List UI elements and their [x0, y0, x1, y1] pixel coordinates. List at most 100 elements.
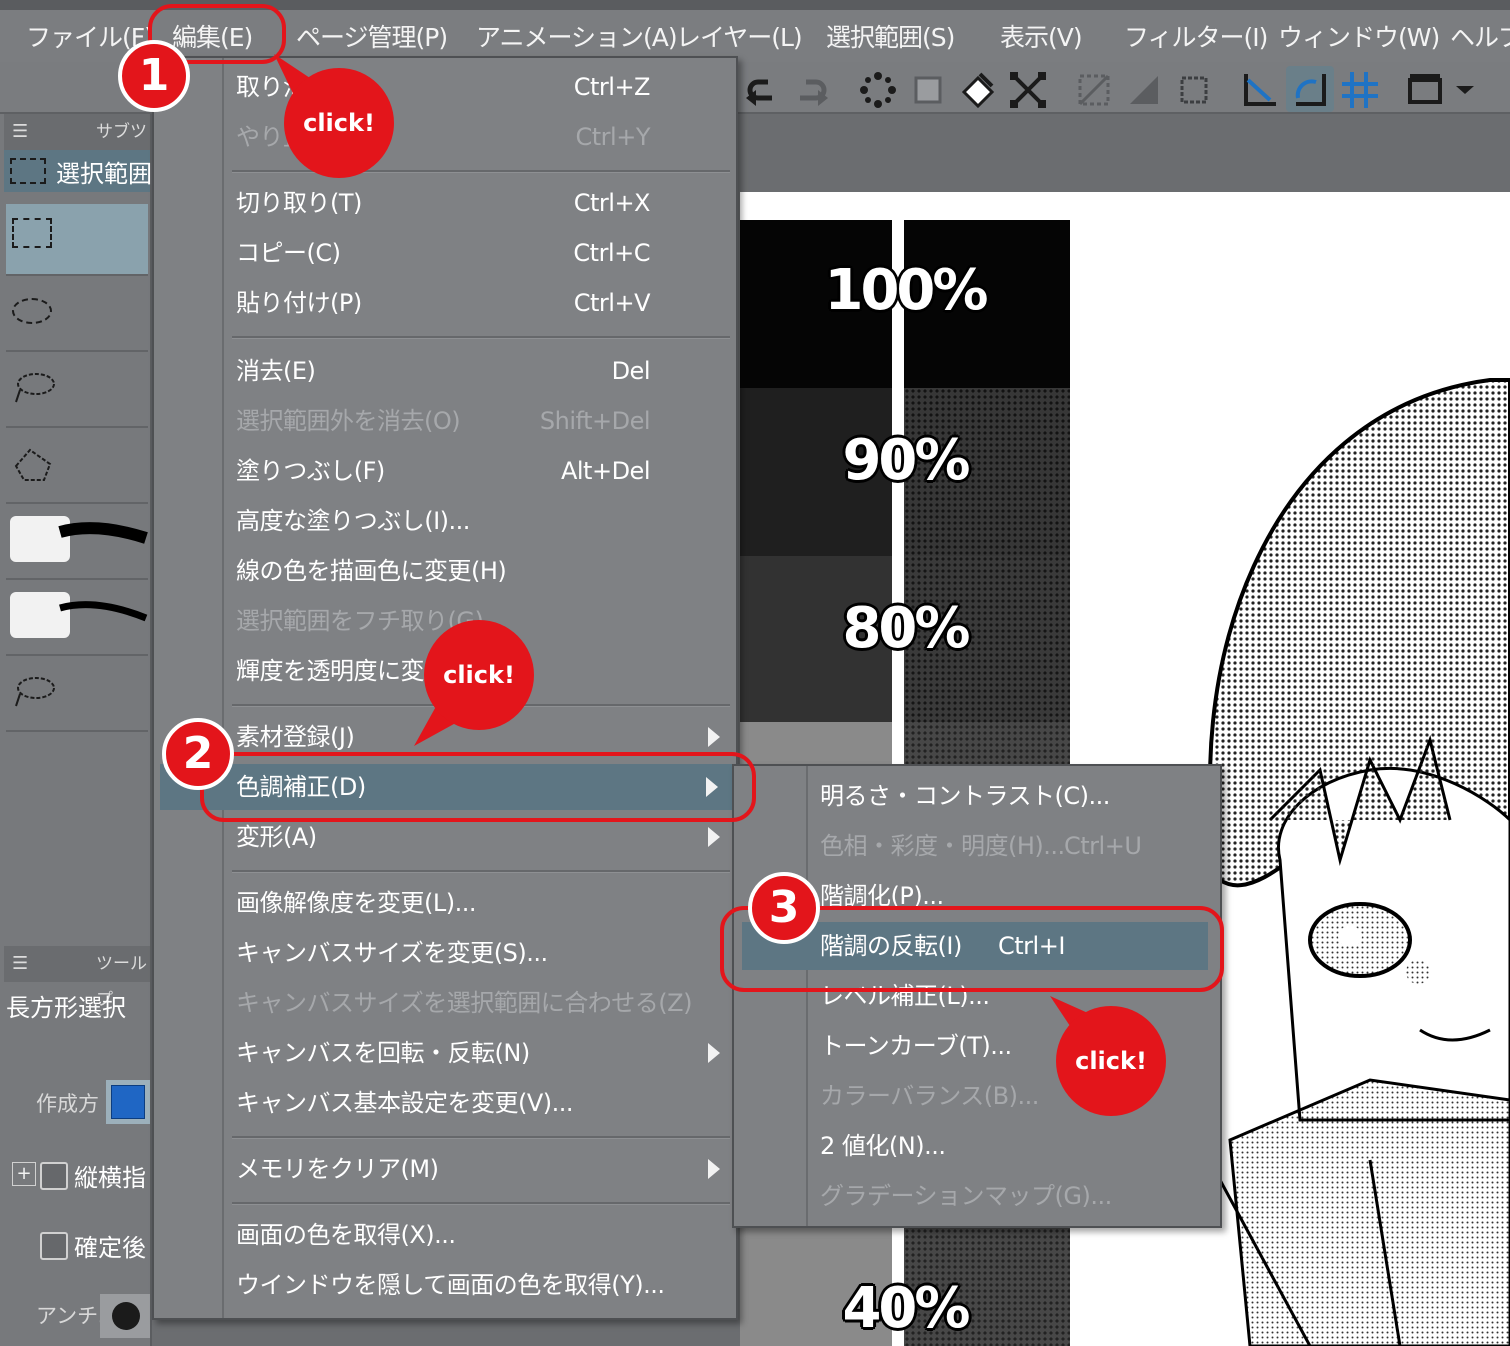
subtool-panel-header: ☰ サブツー [4, 114, 150, 178]
menu-item-rotate-canvas[interactable]: キャンバスを回転・反転(N) [236, 1030, 736, 1076]
brush-stroke-preview [58, 522, 148, 544]
confirm-label: 確定後 [74, 1234, 146, 1262]
menu-item-cut[interactable]: 切り取り(T) Ctrl+X [236, 180, 736, 226]
selection-border-icon[interactable] [1174, 70, 1214, 110]
menu-item-clear[interactable]: 消去(E) Del [236, 348, 736, 394]
hide-outside-icon[interactable] [1074, 70, 1114, 110]
subtool-selection-pen[interactable] [6, 508, 148, 580]
submenu-arrow-icon [708, 1159, 720, 1179]
menu-item-clear-memory-label: メモリをクリア(M) [236, 1155, 439, 1183]
click-bubble-3: click! [1056, 1006, 1166, 1116]
polyline-icon [14, 448, 52, 481]
menu-item-change-line-color-label: 線の色を描画色に変更(H) [236, 557, 507, 585]
menu-item-paste[interactable]: 貼り付け(P) Ctrl+V [236, 280, 736, 326]
click-bubble-1: click! [284, 68, 394, 178]
menu-item-hide-window-label: ウインドウを隠して画面の色を取得(Y)... [236, 1271, 665, 1299]
transform-icon[interactable] [1008, 70, 1048, 110]
menu-layer[interactable]: レイヤー(L) [676, 18, 803, 58]
submenu-gradient-map-label: グラデーションマップ(G)... [820, 1182, 1112, 1210]
menu-item-canvas-settings[interactable]: キャンバス基本設定を変更(V)... [236, 1080, 736, 1126]
menu-item-fit-canvas-label: キャンバスサイズを選択範囲に合わせる(Z) [236, 989, 692, 1017]
submenu-arrow-icon [708, 1043, 720, 1063]
redo-icon[interactable] [792, 70, 832, 110]
menu-item-fit-canvas-to-selection[interactable]: キャンバスサイズを選択範囲に合わせる(Z) [236, 980, 736, 1026]
step2-highlight-ring [200, 752, 756, 822]
antialias-selector[interactable] [100, 1294, 150, 1338]
undo-icon[interactable] [742, 70, 782, 110]
subtool-group-tab[interactable]: 選択範囲 [4, 150, 152, 192]
menu-separator [232, 170, 730, 173]
creation-mode-label: 作成方 [36, 1092, 99, 1116]
menu-item-paste-shortcut: Ctrl+V [573, 289, 651, 317]
menu-item-get-screen-color[interactable]: 画面の色を取得(X)... [236, 1212, 736, 1258]
submenu-icon-gutter [806, 766, 808, 1226]
menu-item-clear-outside-label: 選択範囲外を消去(O) [236, 407, 461, 435]
menu-item-canvas-size[interactable]: キャンバスサイズを変更(S)... [236, 930, 736, 976]
subtool-ellipse[interactable] [6, 280, 148, 352]
grid-snap-icon[interactable] [1340, 70, 1380, 110]
subtool-shrink-selection[interactable] [6, 660, 148, 732]
menu-item-cut-label: 切り取り(T) [236, 189, 362, 217]
menu-item-change-line-color[interactable]: 線の色を描画色に変更(H) [236, 548, 736, 594]
menu-item-clear-outside[interactable]: 選択範囲外を消去(O) Shift+Del [236, 398, 736, 444]
selection-mask-icon[interactable] [1124, 70, 1164, 110]
submenu-arrow-icon [708, 827, 720, 847]
rectangle-icon [12, 218, 52, 248]
step2-badge: 2 [162, 718, 234, 790]
subtool-polyline[interactable] [6, 432, 148, 504]
menu-filter[interactable]: フィルター(I) [1124, 18, 1268, 58]
confirm-checkbox[interactable] [40, 1232, 68, 1260]
chevron-down-icon[interactable] [1452, 70, 1478, 110]
menu-selection[interactable]: 選択範囲(S) [826, 18, 955, 58]
subtool-group-label: 選択範囲 [56, 160, 152, 188]
submenu-item-brightness-contrast[interactable]: 明るさ・コントラスト(C)... [820, 772, 1216, 820]
submenu-brightness-label: 明るさ・コントラスト(C)... [820, 782, 1110, 810]
tool-name: 長方形選択 [6, 994, 126, 1022]
menu-item-canvas-size-label: キャンバスサイズを変更(S)... [236, 939, 548, 967]
menu-item-paste-label: 貼り付け(P) [236, 289, 362, 317]
menu-item-register-material-label: 素材登録(J) [236, 723, 355, 751]
ellipse-icon [12, 298, 52, 324]
submenu-item-hue-saturation[interactable]: 色相・彩度・明度(H)... Ctrl+U [820, 822, 1216, 870]
step3-badge: 3 [748, 872, 820, 944]
menu-window[interactable]: ウィンドウ(W) [1278, 18, 1440, 58]
ruler-view-icon[interactable] [1406, 70, 1446, 110]
subtool-rectangle[interactable] [6, 204, 148, 276]
menu-animation[interactable]: アニメーション(A) [476, 18, 678, 58]
creation-mode-button[interactable] [106, 1080, 150, 1124]
panel-menu-icon-2[interactable]: ☰ [12, 946, 28, 982]
menu-item-copy[interactable]: コピー(C) Ctrl+C [236, 230, 736, 276]
submenu-tone-curve-label: トーンカーブ(T)... [820, 1032, 1012, 1060]
menu-item-advanced-fill[interactable]: 高度な塗りつぶし(I)... [236, 498, 736, 544]
menu-item-clear-shortcut: Del [611, 357, 651, 385]
submenu-hue-label: 色相・彩度・明度(H)... [820, 832, 1065, 860]
eraser-stroke-preview [59, 601, 148, 622]
menu-item-image-resolution[interactable]: 画像解像度を変更(L)... [236, 880, 736, 926]
menu-item-rotate-canvas-label: キャンバスを回転・反転(N) [236, 1039, 530, 1067]
menu-item-hide-window-get-color[interactable]: ウインドウを隠して画面の色を取得(Y)... [236, 1262, 736, 1308]
submenu-item-gradient-map[interactable]: グラデーションマップ(G)... [820, 1172, 1216, 1220]
panel-menu-icon[interactable]: ☰ [12, 114, 28, 150]
tone-label-40: 40% [842, 1276, 970, 1341]
clear-selection-icon[interactable] [858, 70, 898, 110]
menu-item-luminance-label: 輝度を透明度に変 [236, 657, 425, 685]
submenu-hue-shortcut: Ctrl+U [1064, 832, 1142, 860]
subtool-selection-eraser[interactable] [6, 584, 148, 656]
expand-icon[interactable]: + [12, 1162, 36, 1186]
aspect-checkbox[interactable] [40, 1162, 68, 1190]
fill-icon[interactable] [958, 70, 998, 110]
tool-property-header: ☰ ツールプ [4, 946, 150, 1010]
menu-item-copy-label: コピー(C) [236, 239, 341, 267]
special-ruler-snap-icon[interactable] [1290, 70, 1330, 110]
subtool-lasso[interactable] [6, 356, 148, 428]
crop-selection-icon[interactable] [908, 70, 948, 110]
menu-item-clear-memory[interactable]: メモリをクリア(M) [236, 1146, 736, 1192]
menu-icon-gutter [222, 58, 224, 1318]
submenu-item-binarization[interactable]: 2 値化(N)... [820, 1122, 1216, 1170]
menu-view[interactable]: 表示(V) [1000, 18, 1083, 58]
menu-item-undo-shortcut: Ctrl+Z [573, 73, 651, 101]
menu-item-fill[interactable]: 塗りつぶし(F) Alt+Del [236, 448, 736, 494]
menu-help[interactable]: ヘルプ [1450, 18, 1510, 58]
ruler-snap-icon[interactable] [1240, 70, 1280, 110]
step1-badge: 1 [118, 40, 190, 112]
